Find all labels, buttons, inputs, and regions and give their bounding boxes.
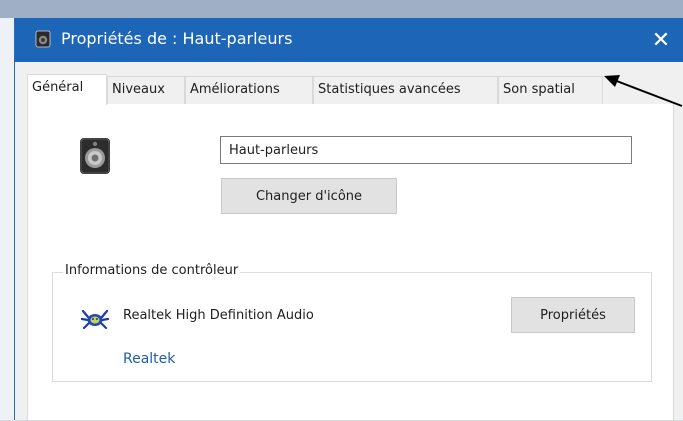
tab-enhancements[interactable]: Améliorations	[185, 76, 313, 104]
close-icon: ✕	[651, 27, 671, 53]
tab-bar: Général Niveaux Améliorations Statistiqu…	[27, 74, 672, 105]
speaker-icon	[35, 30, 51, 48]
window-title: Propriétés de : Haut-parleurs	[61, 29, 293, 48]
background-window-strip	[0, 0, 683, 18]
tab-panel-general: Changer d'icône Informations de contrôle…	[27, 104, 674, 421]
controller-info-group: Informations de contrôleur Realtek High …	[52, 263, 652, 382]
title-bar[interactable]: Propriétés de : Haut-parleurs ✕	[15, 18, 683, 62]
speaker-icon	[80, 138, 110, 174]
background-window-edge	[0, 18, 15, 420]
tab-levels[interactable]: Niveaux	[107, 76, 185, 104]
controller-info-title: Informations de contrôleur	[63, 263, 241, 278]
manufacturer-link[interactable]: Realtek	[123, 351, 175, 367]
arrow-icon	[604, 75, 683, 107]
realtek-crab-icon	[81, 309, 109, 330]
tab-general[interactable]: Général	[27, 74, 107, 105]
change-icon-button[interactable]: Changer d'icône	[221, 178, 397, 214]
close-button[interactable]: ✕	[638, 18, 683, 62]
device-name-input[interactable]	[220, 136, 632, 164]
controller-properties-button[interactable]: Propriétés	[511, 297, 635, 333]
tab-advanced-stats[interactable]: Statistiques avancées	[313, 76, 498, 104]
tab-spatial-sound[interactable]: Son spatial	[498, 76, 603, 104]
driver-name: Realtek High Definition Audio	[123, 308, 314, 323]
properties-dialog: Propriétés de : Haut-parleurs ✕ Général …	[14, 18, 683, 421]
